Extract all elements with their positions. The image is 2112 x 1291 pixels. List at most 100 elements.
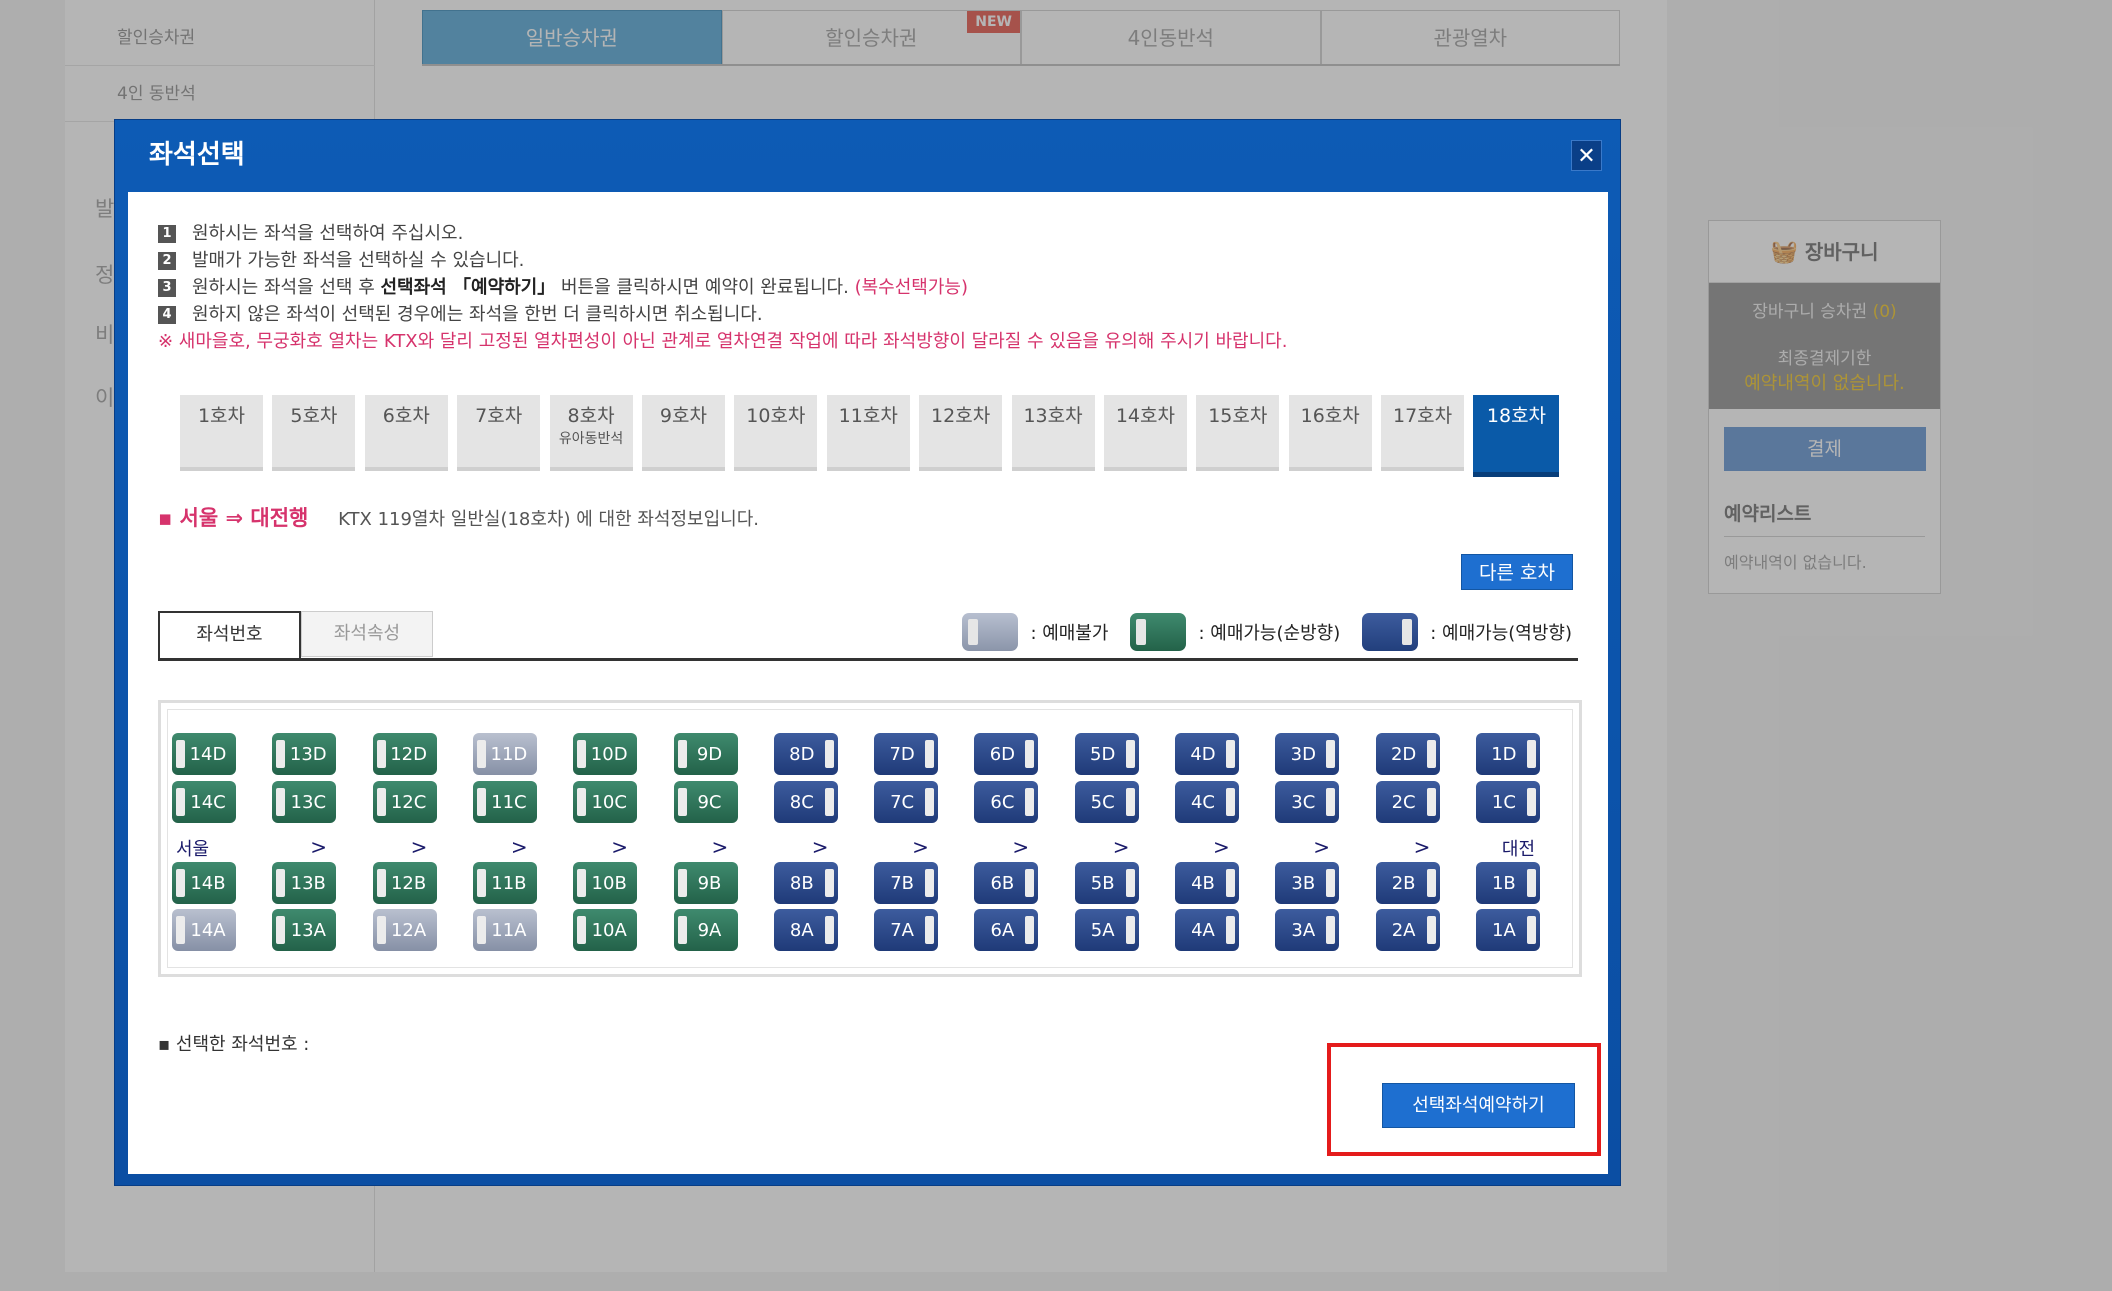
seat-4D[interactable]: 4D — [1175, 733, 1239, 775]
seat-10D[interactable]: 10D — [573, 733, 638, 775]
car-tab[interactable]: 18호차 — [1473, 395, 1560, 477]
seat-4C[interactable]: 4C — [1175, 781, 1239, 823]
close-icon[interactable]: ✕ — [1571, 140, 1602, 171]
seat-number: 10A — [591, 919, 627, 941]
tab-seat-number[interactable]: 좌석번호 — [158, 611, 301, 660]
car-tab[interactable]: 14호차 — [1103, 395, 1187, 471]
seat-number: 5A — [1090, 919, 1115, 941]
seat-8C[interactable]: 8C — [773, 781, 838, 823]
seat-3D[interactable]: 3D — [1275, 733, 1340, 775]
seat-5B[interactable]: 5B — [1074, 862, 1139, 904]
seat-2A[interactable]: 2A — [1375, 909, 1440, 951]
seat-number: 4B — [1191, 872, 1215, 894]
seat-3A[interactable]: 3A — [1275, 909, 1340, 951]
seat-number: 2B — [1391, 872, 1416, 894]
step-number: 4 — [158, 305, 176, 324]
car-tab[interactable]: 8호차 유아동반석 — [549, 395, 633, 471]
other-car-button[interactable]: 다른 호차 — [1461, 554, 1573, 590]
seat-9B[interactable]: 9B — [673, 862, 738, 904]
seat-8A[interactable]: 8A — [773, 909, 838, 951]
seat-5C[interactable]: 5C — [1074, 781, 1139, 823]
route-info: ▪ 서울 ⇒ 대전행 KTX 119열차 일반실(18호차) 에 대한 좌석정보… — [158, 502, 759, 532]
tab-seat-attribute[interactable]: 좌석속성 — [301, 611, 433, 657]
seat-14C[interactable]: 14C — [172, 781, 236, 823]
seat-14D[interactable]: 14D — [172, 733, 236, 775]
seat-5D[interactable]: 5D — [1074, 733, 1139, 775]
instruction-3: 3 원하시는 좌석을 선택 후 선택좌석 「예약하기」 버튼을 클릭하시면 예약… — [158, 274, 1287, 301]
car-tab[interactable]: 12호차 — [919, 395, 1003, 471]
car-tab[interactable]: 15호차 — [1196, 395, 1280, 471]
seat-9A[interactable]: 9A — [673, 909, 738, 951]
seat-7A[interactable]: 7A — [874, 909, 939, 951]
seat-11B[interactable]: 11B — [472, 862, 537, 904]
seat-14B[interactable]: 14B — [172, 862, 236, 904]
seat-8B[interactable]: 8B — [773, 862, 838, 904]
seat-4B[interactable]: 4B — [1175, 862, 1239, 904]
car-tab[interactable]: 13호차 — [1011, 395, 1095, 471]
seat-11C[interactable]: 11C — [472, 781, 537, 823]
seat-6B[interactable]: 6B — [974, 862, 1039, 904]
seat-1A[interactable]: 1A — [1475, 909, 1540, 951]
seat-9D[interactable]: 9D — [673, 733, 738, 775]
seat-unavailable-icon — [962, 613, 1019, 651]
car-label: 7호차 — [475, 405, 523, 427]
instruction-bold: 선택좌석 「예약하기」 — [380, 277, 556, 298]
step-number: 2 — [158, 251, 176, 270]
instruction-text: 버튼을 클릭하시면 예약이 완료됩니다. — [560, 277, 849, 298]
train-info: KTX 119열차 일반실(18호차) 에 대한 좌석정보입니다. — [338, 509, 759, 530]
seat-grid: 14D 13D 12D 11D 10D 9D 8D 7D 6D 5D 4D 3D 2D 1D 14C 13C 1… — [167, 709, 1573, 968]
seat-9C[interactable]: 9C — [673, 781, 738, 823]
seat-8D[interactable]: 8D — [773, 733, 838, 775]
seat-1D[interactable]: 1D — [1475, 733, 1540, 775]
seat-7D[interactable]: 7D — [874, 733, 939, 775]
legend-label: : 예매가능(역방향) — [1430, 623, 1572, 644]
seat-6A[interactable]: 6A — [974, 909, 1039, 951]
seat-6C[interactable]: 6C — [974, 781, 1039, 823]
seat-2D[interactable]: 2D — [1375, 733, 1440, 775]
car-tab[interactable]: 16호차 — [1288, 395, 1372, 471]
seat-10A[interactable]: 10A — [573, 909, 638, 951]
seat-13D[interactable]: 13D — [272, 733, 337, 775]
car-tab[interactable]: 1호차 — [180, 395, 263, 471]
seat-7B[interactable]: 7B — [874, 862, 939, 904]
seat-5A[interactable]: 5A — [1074, 909, 1139, 951]
chevron-right-icon: > — [912, 835, 929, 859]
car-tab[interactable]: 9호차 — [641, 395, 725, 471]
seat-2B[interactable]: 2B — [1375, 862, 1440, 904]
seat-2C[interactable]: 2C — [1375, 781, 1440, 823]
seat-number: 11B — [491, 872, 527, 894]
seat-number: 6B — [990, 872, 1015, 894]
seat-6D[interactable]: 6D — [974, 733, 1039, 775]
seat-13A[interactable]: 13A — [272, 909, 337, 951]
seat-1C[interactable]: 1C — [1475, 781, 1540, 823]
seat-number: 5B — [1090, 872, 1115, 894]
seat-number: 4D — [1190, 743, 1216, 765]
seat-4A[interactable]: 4A — [1175, 909, 1239, 951]
car-tab[interactable]: 17호차 — [1381, 395, 1465, 471]
seat-number: 3A — [1291, 919, 1316, 941]
seat-12B[interactable]: 12B — [372, 862, 437, 904]
seat-number: 2D — [1390, 743, 1417, 765]
seat-12D[interactable]: 12D — [372, 733, 437, 775]
car-tab[interactable]: 5호차 — [272, 395, 356, 471]
car-tab[interactable]: 7호차 — [457, 395, 541, 471]
seat-number: 1C — [1491, 791, 1516, 813]
seat-12C[interactable]: 12C — [372, 781, 437, 823]
car-tab[interactable]: 11호차 — [826, 395, 910, 471]
seat-1B[interactable]: 1B — [1475, 862, 1540, 904]
car-tab[interactable]: 6호차 — [364, 395, 448, 471]
seat-3C[interactable]: 3C — [1275, 781, 1340, 823]
seat-number: 14B — [190, 872, 226, 894]
seat-13B[interactable]: 13B — [272, 862, 337, 904]
seat-3B[interactable]: 3B — [1275, 862, 1340, 904]
seat-number: 13A — [290, 919, 326, 941]
seat-13C[interactable]: 13C — [272, 781, 337, 823]
seat-7C[interactable]: 7C — [874, 781, 939, 823]
seat-reverse-icon — [1362, 613, 1419, 651]
car-tab[interactable]: 10호차 — [734, 395, 818, 471]
seat-number: 9A — [697, 919, 722, 941]
seat-number: 7C — [890, 791, 915, 813]
seat-10B[interactable]: 10B — [573, 862, 638, 904]
seat-10C[interactable]: 10C — [573, 781, 638, 823]
step-number: 1 — [158, 224, 176, 243]
